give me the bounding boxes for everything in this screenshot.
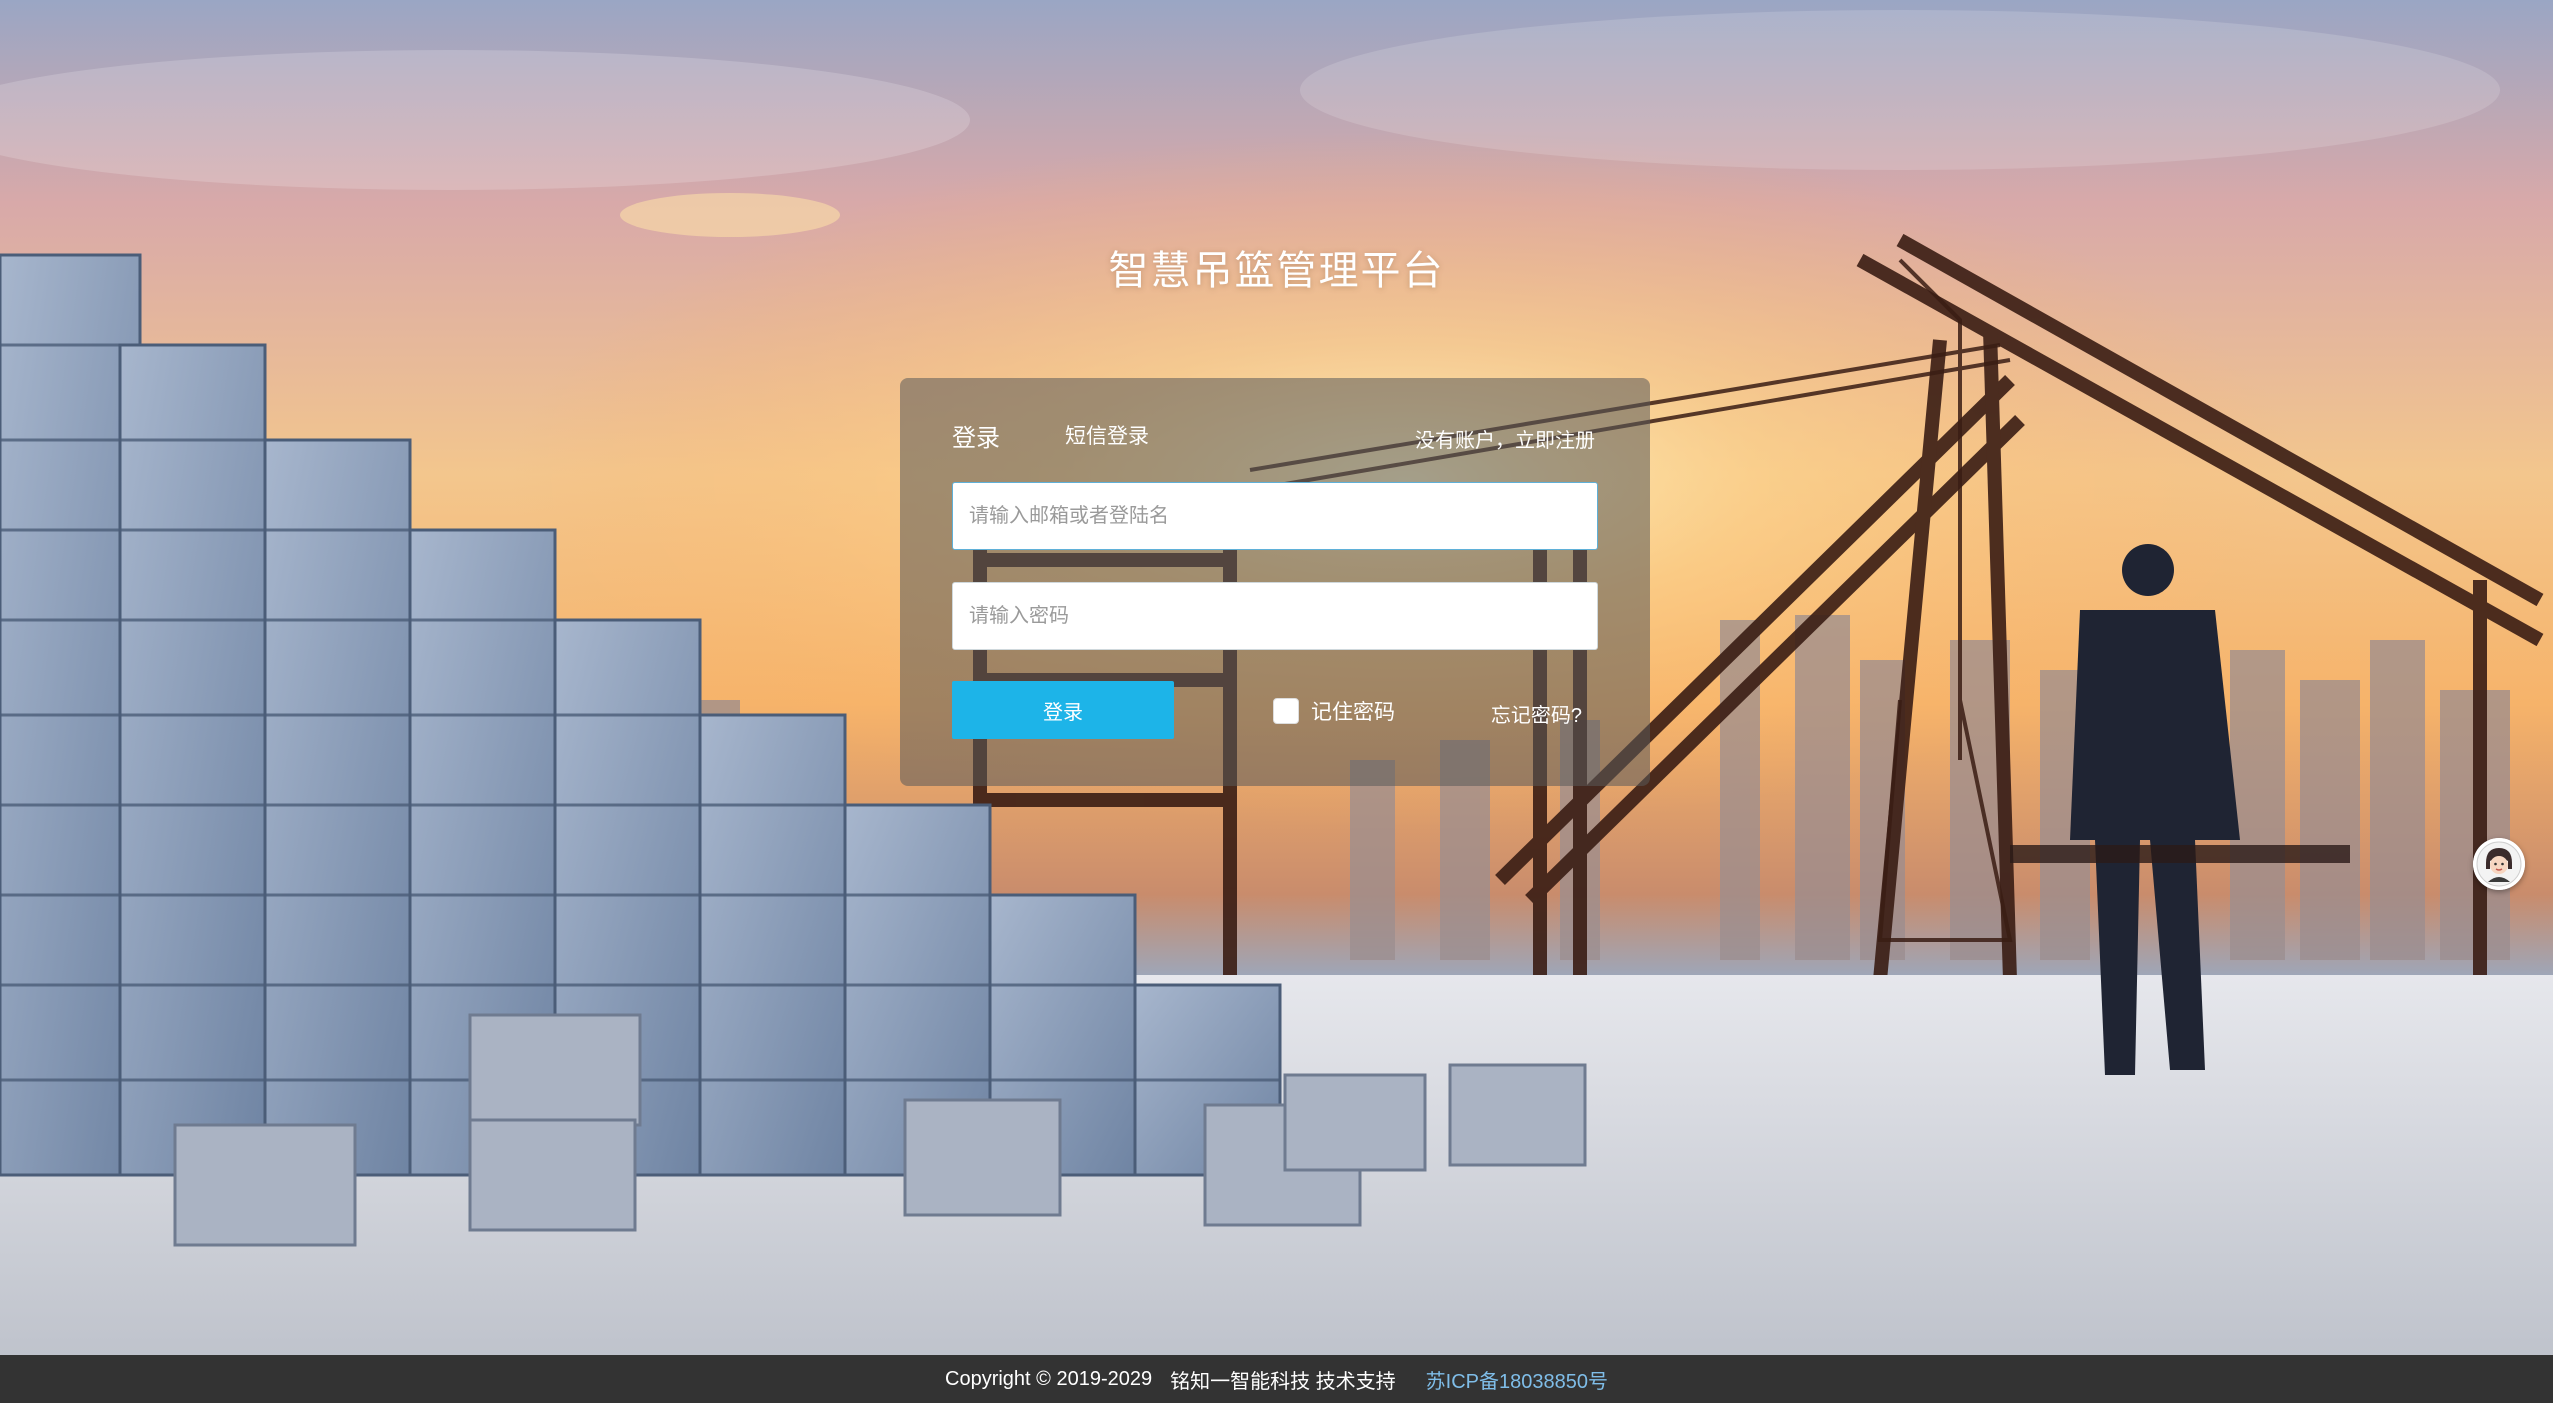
tab-login[interactable]: 登录	[952, 418, 1000, 453]
customer-service-avatar-icon[interactable]	[2473, 838, 2525, 890]
footer-icp-link[interactable]: 苏ICP备18038850号	[1426, 1365, 1608, 1394]
page-title: 智慧吊篮管理平台	[1108, 249, 1445, 293]
footer-copyright: Copyright © 2019-2029	[945, 1367, 1153, 1390]
tab-sms-login[interactable]: 短信登录	[1065, 420, 1149, 450]
footer-company: 铭知一智能科技 技术支持	[1170, 1370, 1396, 1393]
forgot-password-link[interactable]: 忘记密码?	[1491, 699, 1582, 728]
login-page: 智慧吊篮管理平台 登录 短信登录 没有账户，立即注册 登录 记住密码 忘记密码?…	[0, 0, 2553, 1403]
login-panel: 登录 短信登录 没有账户，立即注册 登录 记住密码 忘记密码?	[900, 378, 1650, 786]
footer: Copyright © 2019-2029 铭知一智能科技 技术支持 苏ICP备…	[0, 1355, 2553, 1403]
login-button[interactable]: 登录	[952, 681, 1174, 739]
register-link[interactable]: 没有账户，立即注册	[1415, 424, 1595, 453]
remember-password-label: 记住密码	[1311, 701, 1395, 724]
remember-password-checkbox[interactable]: 记住密码	[1273, 696, 1395, 726]
username-input[interactable]	[952, 482, 1598, 550]
password-input[interactable]	[952, 582, 1598, 650]
checkbox-box[interactable]	[1273, 698, 1299, 724]
